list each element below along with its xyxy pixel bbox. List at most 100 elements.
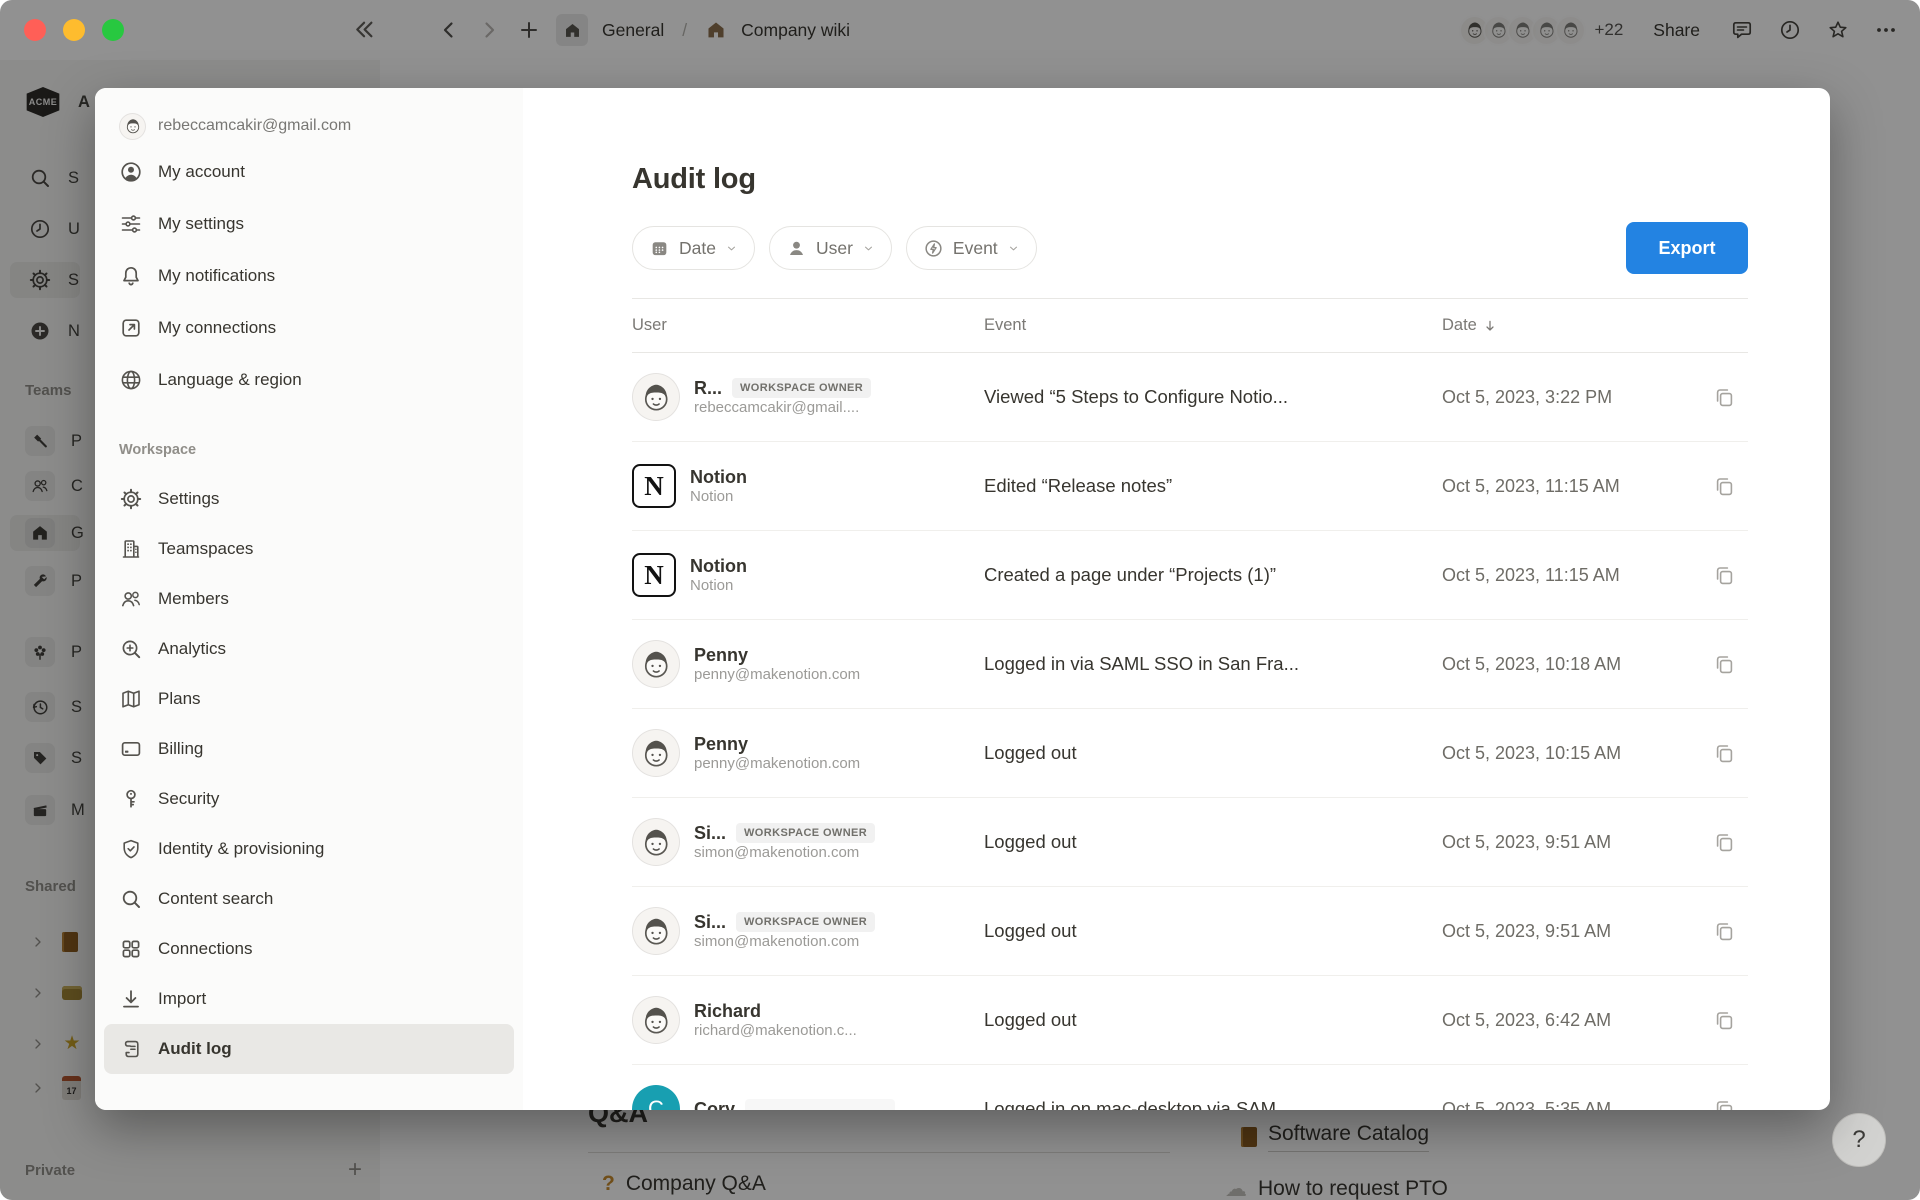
settings-nav-label: Content search bbox=[158, 889, 273, 909]
settings-nav-item[interactable]: My notifications bbox=[104, 250, 514, 302]
import-arrow-icon bbox=[119, 987, 143, 1011]
filter-label: Event bbox=[953, 238, 998, 259]
column-header-date[interactable]: Date bbox=[1442, 316, 1700, 335]
gear-icon bbox=[119, 487, 143, 511]
settings-nav-label: Teamspaces bbox=[158, 539, 253, 559]
user-name: Notion bbox=[690, 467, 747, 488]
sort-descending-icon bbox=[1482, 318, 1498, 334]
date-cell: Oct 5, 2023, 11:15 AM bbox=[1442, 565, 1700, 586]
copy-icon[interactable] bbox=[1712, 385, 1736, 409]
account-email-row: rebeccamcakir@gmail.com bbox=[95, 106, 523, 146]
filter-label: User bbox=[816, 238, 853, 259]
filter-pills: Date User Event bbox=[632, 226, 1037, 270]
date-cell: Oct 5, 2023, 5:35 AM bbox=[1442, 1099, 1700, 1111]
settings-nav-item[interactable]: Analytics bbox=[104, 624, 514, 674]
workspace-owner-badge: WORKSPACE OWNER bbox=[736, 823, 875, 843]
user-sketch-avatar bbox=[632, 996, 680, 1044]
user-cell: Si... WORKSPACE OWNER simon@makenotion.c… bbox=[632, 818, 984, 866]
column-header-event[interactable]: Event bbox=[984, 316, 1442, 335]
event-cell: Logged out bbox=[984, 1009, 1442, 1031]
filter-pill[interactable]: User bbox=[769, 226, 892, 270]
date-cell: Oct 5, 2023, 3:22 PM bbox=[1442, 387, 1700, 408]
settings-nav-item[interactable]: Teamspaces bbox=[104, 524, 514, 574]
bell-icon bbox=[119, 264, 143, 288]
zoom-window-button[interactable] bbox=[102, 19, 124, 41]
settings-nav-item[interactable]: Import bbox=[104, 974, 514, 1024]
chevron-down-icon bbox=[725, 242, 738, 255]
column-header-user[interactable]: User bbox=[632, 316, 984, 335]
copy-icon[interactable] bbox=[1712, 1097, 1736, 1110]
audit-scroll-icon bbox=[119, 1037, 143, 1061]
settings-nav-item[interactable]: Plans bbox=[104, 674, 514, 724]
table-row[interactable]: Si... WORKSPACE OWNER simon@makenotion.c… bbox=[632, 887, 1748, 976]
settings-nav-item[interactable]: Billing bbox=[104, 724, 514, 774]
copy-icon[interactable] bbox=[1712, 652, 1736, 676]
user-cell: N Notion Notion bbox=[632, 553, 984, 597]
table-row[interactable]: N Notion Notion Created bbox=[632, 531, 1748, 620]
copy-icon[interactable] bbox=[1712, 474, 1736, 498]
user-email: simon@makenotion.com bbox=[694, 933, 859, 950]
settings-nav-label: My notifications bbox=[158, 266, 275, 286]
settings-nav-item[interactable]: Identity & provisioning bbox=[104, 824, 514, 874]
user-name: Cory bbox=[694, 1099, 735, 1111]
export-button[interactable]: Export bbox=[1626, 222, 1748, 274]
chevron-down-icon bbox=[862, 242, 875, 255]
settings-sidebar: rebeccamcakir@gmail.com My account My se… bbox=[95, 88, 523, 1110]
table-row[interactable]: Si... WORKSPACE OWNER simon@makenotion.c… bbox=[632, 798, 1748, 887]
settings-nav-item[interactable]: Connections bbox=[104, 924, 514, 974]
table-row[interactable]: Penny penny@makenotion.com Logged in via… bbox=[632, 620, 1748, 709]
settings-nav-item[interactable]: Members bbox=[104, 574, 514, 624]
user-sketch-avatar bbox=[632, 818, 680, 866]
copy-icon[interactable] bbox=[1712, 563, 1736, 587]
settings-nav-label: Connections bbox=[158, 939, 253, 959]
table-row[interactable]: Richard richard@makenotion.c... Logged o… bbox=[632, 976, 1748, 1065]
user-name: Penny bbox=[694, 645, 748, 666]
settings-nav-item[interactable]: My settings bbox=[104, 198, 514, 250]
user-cell: R... WORKSPACE OWNER rebeccamcakir@gmail… bbox=[632, 373, 984, 421]
event-cell: Viewed “5 Steps to Configure Notio... bbox=[984, 386, 1442, 408]
settings-nav-item[interactable]: Audit log bbox=[104, 1024, 514, 1074]
table-row[interactable]: Penny penny@makenotion.com Logged out Oc… bbox=[632, 709, 1748, 798]
date-cell: Oct 5, 2023, 11:15 AM bbox=[1442, 476, 1700, 497]
help-button[interactable]: ? bbox=[1832, 1113, 1886, 1167]
user-email: penny@makenotion.com bbox=[694, 755, 860, 772]
table-row[interactable]: C Cory Logged in on mac-desktop via SA bbox=[632, 1065, 1748, 1110]
user-email: Notion bbox=[690, 488, 733, 505]
minimize-window-button[interactable] bbox=[63, 19, 85, 41]
copy-icon[interactable] bbox=[1712, 741, 1736, 765]
audit-toolbar: Date User Event bbox=[632, 222, 1748, 274]
audit-log-page: Audit log Date User bbox=[523, 88, 1830, 1110]
settings-nav-item[interactable]: My account bbox=[104, 146, 514, 198]
user-name: Notion bbox=[690, 556, 747, 577]
workspace-section-label: Workspace bbox=[119, 442, 499, 464]
account-email: rebeccamcakir@gmail.com bbox=[158, 117, 351, 135]
filter-pill[interactable]: Date bbox=[632, 226, 755, 270]
event-cell: Logged out bbox=[984, 831, 1442, 853]
copy-icon[interactable] bbox=[1712, 919, 1736, 943]
settings-nav-item[interactable]: Content search bbox=[104, 874, 514, 924]
copy-icon[interactable] bbox=[1712, 1008, 1736, 1032]
table-row[interactable]: N Notion Notion Edited “ bbox=[632, 442, 1748, 531]
settings-nav-item[interactable]: Settings bbox=[104, 474, 514, 524]
user-name: Richard bbox=[694, 1001, 761, 1022]
close-window-button[interactable] bbox=[24, 19, 46, 41]
settings-nav-item[interactable]: Language & region bbox=[104, 354, 514, 406]
window-controls bbox=[24, 19, 124, 41]
settings-nav-label: Security bbox=[158, 789, 219, 809]
event-cell: Logged in via SAML SSO in San Fra... bbox=[984, 653, 1442, 675]
settings-nav-item[interactable]: My connections bbox=[104, 302, 514, 354]
account-icon bbox=[119, 160, 143, 184]
filter-pill[interactable]: Event bbox=[906, 226, 1037, 270]
key-icon bbox=[119, 787, 143, 811]
connections-grid-icon bbox=[119, 937, 143, 961]
analytics-icon bbox=[119, 637, 143, 661]
settings-nav-item[interactable]: Security bbox=[104, 774, 514, 824]
user-email: richard@makenotion.c... bbox=[694, 1022, 857, 1039]
arrow-out-box-icon bbox=[119, 316, 143, 340]
user-cell: Richard richard@makenotion.c... bbox=[632, 996, 984, 1044]
event-cell: Logged out bbox=[984, 742, 1442, 764]
table-row[interactable]: R... WORKSPACE OWNER rebeccamcakir@gmail… bbox=[632, 353, 1748, 442]
copy-icon[interactable] bbox=[1712, 830, 1736, 854]
building-icon bbox=[119, 537, 143, 561]
shield-check-icon bbox=[119, 837, 143, 861]
